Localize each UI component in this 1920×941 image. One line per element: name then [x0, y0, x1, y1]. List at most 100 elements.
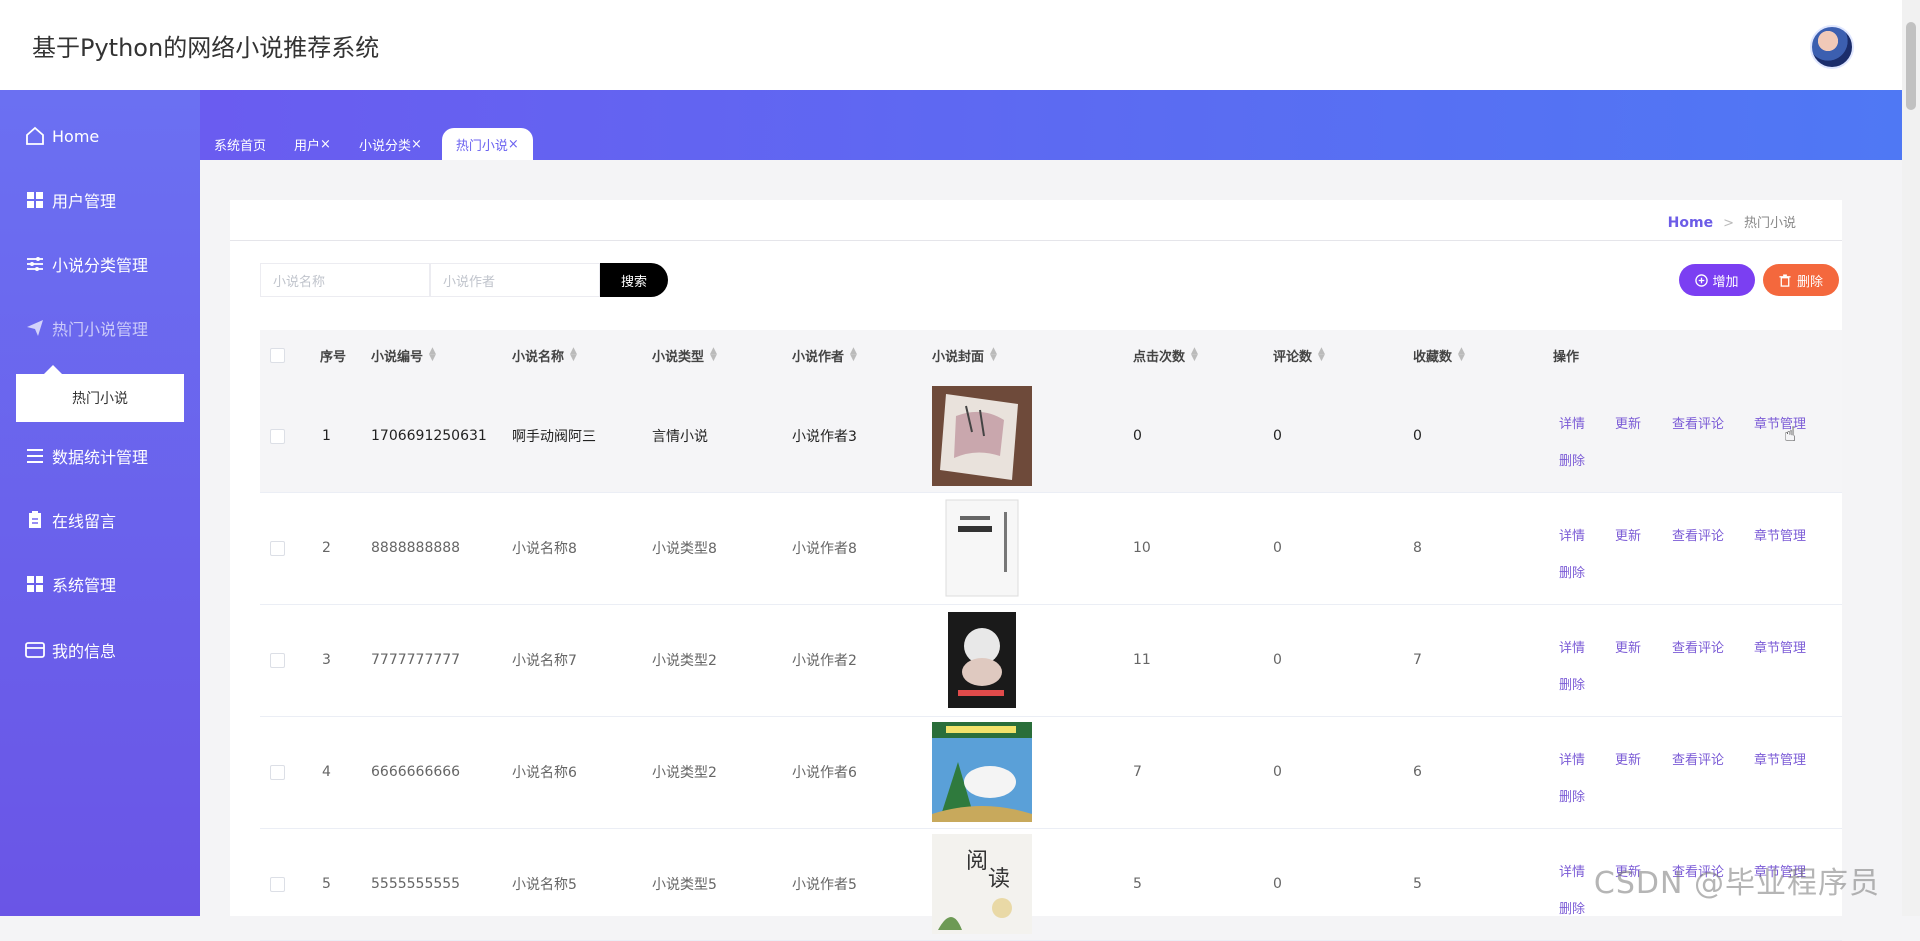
cell-author: 小说作者3 — [792, 429, 857, 445]
cover-image[interactable] — [932, 380, 1032, 492]
scrollbar-thumb[interactable] — [1906, 22, 1916, 110]
update-link[interactable]: 更新 — [1615, 637, 1641, 656]
cell-favorites: 8 — [1413, 540, 1422, 556]
row-checkbox[interactable] — [270, 540, 285, 556]
col-author[interactable]: 小说作者 ▲ ▼ — [792, 330, 857, 380]
select-all-checkbox[interactable] — [270, 347, 285, 363]
user-avatar[interactable] — [1810, 25, 1854, 69]
update-link[interactable]: 更新 — [1615, 525, 1641, 544]
row-delete-link[interactable]: 删除 — [1559, 898, 1585, 917]
sidebar-item-messages[interactable]: 在线留言 — [0, 496, 200, 544]
sort-icon: ▲ ▼ — [1191, 346, 1198, 363]
col-cover[interactable]: 小说封面 ▲ ▼ — [932, 330, 997, 380]
col-code[interactable]: 小说编号 ▲ ▼ — [371, 330, 436, 380]
tab-novel-category[interactable]: 小说分类 × — [345, 128, 436, 160]
app-title: 基于Python的网络小说推荐系统 — [32, 33, 380, 62]
close-icon[interactable]: × — [411, 137, 422, 152]
sort-icon: ▲ ▼ — [1458, 346, 1465, 363]
row-delete-link[interactable]: 删除 — [1559, 450, 1585, 469]
search-bar: 小说名称 小说作者 搜索 — [260, 263, 668, 297]
detail-link[interactable]: 详情 — [1559, 637, 1585, 656]
sidebar-item-system[interactable]: 系统管理 — [0, 560, 200, 608]
chapter-manage-link[interactable]: 章节管理 — [1754, 525, 1806, 544]
cover-image[interactable] — [932, 716, 1032, 828]
cell-index: 2 — [322, 540, 331, 556]
table-row[interactable]: 3 7777777777 小说名称7 小说类型2 小说作者2 11 0 7 详情 更新 查看评论 章节… — [260, 604, 1842, 717]
tab-hot-novel[interactable]: 热门小说 × — [441, 128, 533, 160]
sidebar-item-my-info[interactable]: 我的信息 — [0, 626, 200, 674]
breadcrumb-bar: Home > 热门小说 — [230, 200, 1842, 241]
hand-cursor-icon: ☝ — [1784, 422, 1797, 446]
cell-code: 8888888888 — [371, 540, 461, 556]
sidebar-item-label: 数据统计管理 — [52, 448, 149, 467]
cell-favorites: 7 — [1413, 652, 1422, 668]
close-icon[interactable]: × — [320, 137, 331, 152]
col-comments[interactable]: 评论数 ▲ ▼ — [1273, 330, 1325, 380]
cell-type: 小说类型5 — [652, 877, 717, 893]
row-checkbox[interactable] — [270, 652, 285, 668]
sidebar-item-users[interactable]: 用户管理 — [0, 176, 200, 224]
cell-index: 4 — [322, 764, 331, 780]
chapter-manage-link[interactable]: 章节管理 — [1754, 413, 1806, 432]
row-delete-link[interactable]: 删除 — [1559, 786, 1585, 805]
add-button[interactable]: 增加 — [1679, 264, 1755, 296]
cell-comments: 0 — [1273, 764, 1282, 780]
sidebar-item-label: 小说分类管理 — [52, 256, 149, 275]
svg-text:阅: 阅 — [966, 849, 988, 874]
sidebar-item-statistics[interactable]: 数据统计管理 — [0, 432, 200, 480]
detail-link[interactable]: 详情 — [1559, 749, 1585, 768]
cell-author: 小说作者8 — [792, 541, 857, 557]
table-row[interactable]: 4 6666666666 小说名称6 小说类型2 小说作者6 7 0 6 详情 更新 查看评论 章节管… — [260, 716, 1842, 829]
view-comments-link[interactable]: 查看评论 — [1672, 413, 1724, 432]
cell-code: 6666666666 — [371, 764, 461, 780]
view-comments-link[interactable]: 查看评论 — [1672, 749, 1724, 768]
table-row[interactable]: 1 1706691250631 啊手动阀阿三 言情小说 小说作者3 0 0 0 详情 更新 查看评论… — [260, 380, 1842, 493]
row-checkbox[interactable] — [270, 876, 285, 892]
row-delete-link[interactable]: 删除 — [1559, 562, 1585, 581]
col-favorites[interactable]: 收藏数 ▲ ▼ — [1413, 330, 1465, 380]
watermark: CSDN @毕业程序员 — [1593, 866, 1880, 901]
table-row[interactable]: 2 8888888888 小说名称8 小说类型8 小说作者8 10 0 8 详情 更新 查看评论 章节… — [260, 492, 1842, 605]
search-button[interactable]: 搜索 — [600, 263, 668, 297]
delete-button[interactable]: 删除 — [1763, 264, 1839, 296]
update-link[interactable]: 更新 — [1615, 749, 1641, 768]
clipboard-icon — [24, 509, 46, 531]
sidebar-item-home[interactable]: Home — [0, 112, 200, 160]
view-comments-link[interactable]: 查看评论 — [1672, 525, 1724, 544]
cover-image[interactable] — [932, 604, 1032, 716]
novel-author-input[interactable]: 小说作者 — [430, 263, 600, 297]
update-link[interactable]: 更新 — [1615, 413, 1641, 432]
row-delete-link[interactable]: 删除 — [1559, 674, 1585, 693]
view-comments-link[interactable]: 查看评论 — [1672, 637, 1724, 656]
table-header: 序号 小说编号 ▲ ▼ 小说名称 ▲ ▼ 小说类型 ▲ ▼ 小说作者 ▲ ▼ 小说封面 ▲ ▼ 点击… — [260, 330, 1842, 380]
breadcrumb-home[interactable]: Home — [1668, 215, 1713, 231]
tab-users[interactable]: 用户 × — [280, 128, 345, 160]
cell-type: 小说类型2 — [652, 653, 717, 669]
col-index: 序号 — [320, 349, 347, 365]
novel-name-input[interactable]: 小说名称 — [260, 263, 430, 297]
sort-icon: ▲ ▼ — [990, 346, 997, 363]
col-name[interactable]: 小说名称 ▲ ▼ — [512, 330, 577, 380]
detail-link[interactable]: 详情 — [1559, 413, 1585, 432]
col-clicks[interactable]: 点击次数 ▲ ▼ — [1133, 330, 1198, 380]
cover-image[interactable] — [932, 492, 1032, 604]
col-type[interactable]: 小说类型 ▲ ▼ — [652, 330, 717, 380]
tab-home[interactable]: 系统首页 — [200, 128, 280, 160]
cell-name: 小说名称8 — [512, 541, 577, 557]
row-checkbox[interactable] — [270, 764, 285, 780]
chapter-manage-link[interactable]: 章节管理 — [1754, 637, 1806, 656]
sidebar-item-hot-novel[interactable]: 热门小说管理 — [0, 304, 200, 352]
sidebar-item-novel-category[interactable]: 小说分类管理 — [0, 240, 200, 288]
submenu-hot-novel[interactable]: 热门小说 — [16, 365, 184, 422]
cell-index: 3 — [322, 652, 331, 668]
detail-link[interactable]: 详情 — [1559, 861, 1585, 880]
detail-link[interactable]: 详情 — [1559, 525, 1585, 544]
cell-index: 5 — [322, 876, 331, 892]
grid-icon — [24, 189, 46, 211]
row-checkbox[interactable] — [270, 428, 285, 444]
chapter-manage-link[interactable]: 章节管理 — [1754, 749, 1806, 768]
page-scrollbar[interactable] — [1902, 0, 1920, 916]
close-icon[interactable]: × — [508, 137, 519, 152]
cover-image[interactable]: 阅读 — [932, 828, 1032, 940]
cell-clicks: 10 — [1133, 540, 1151, 556]
